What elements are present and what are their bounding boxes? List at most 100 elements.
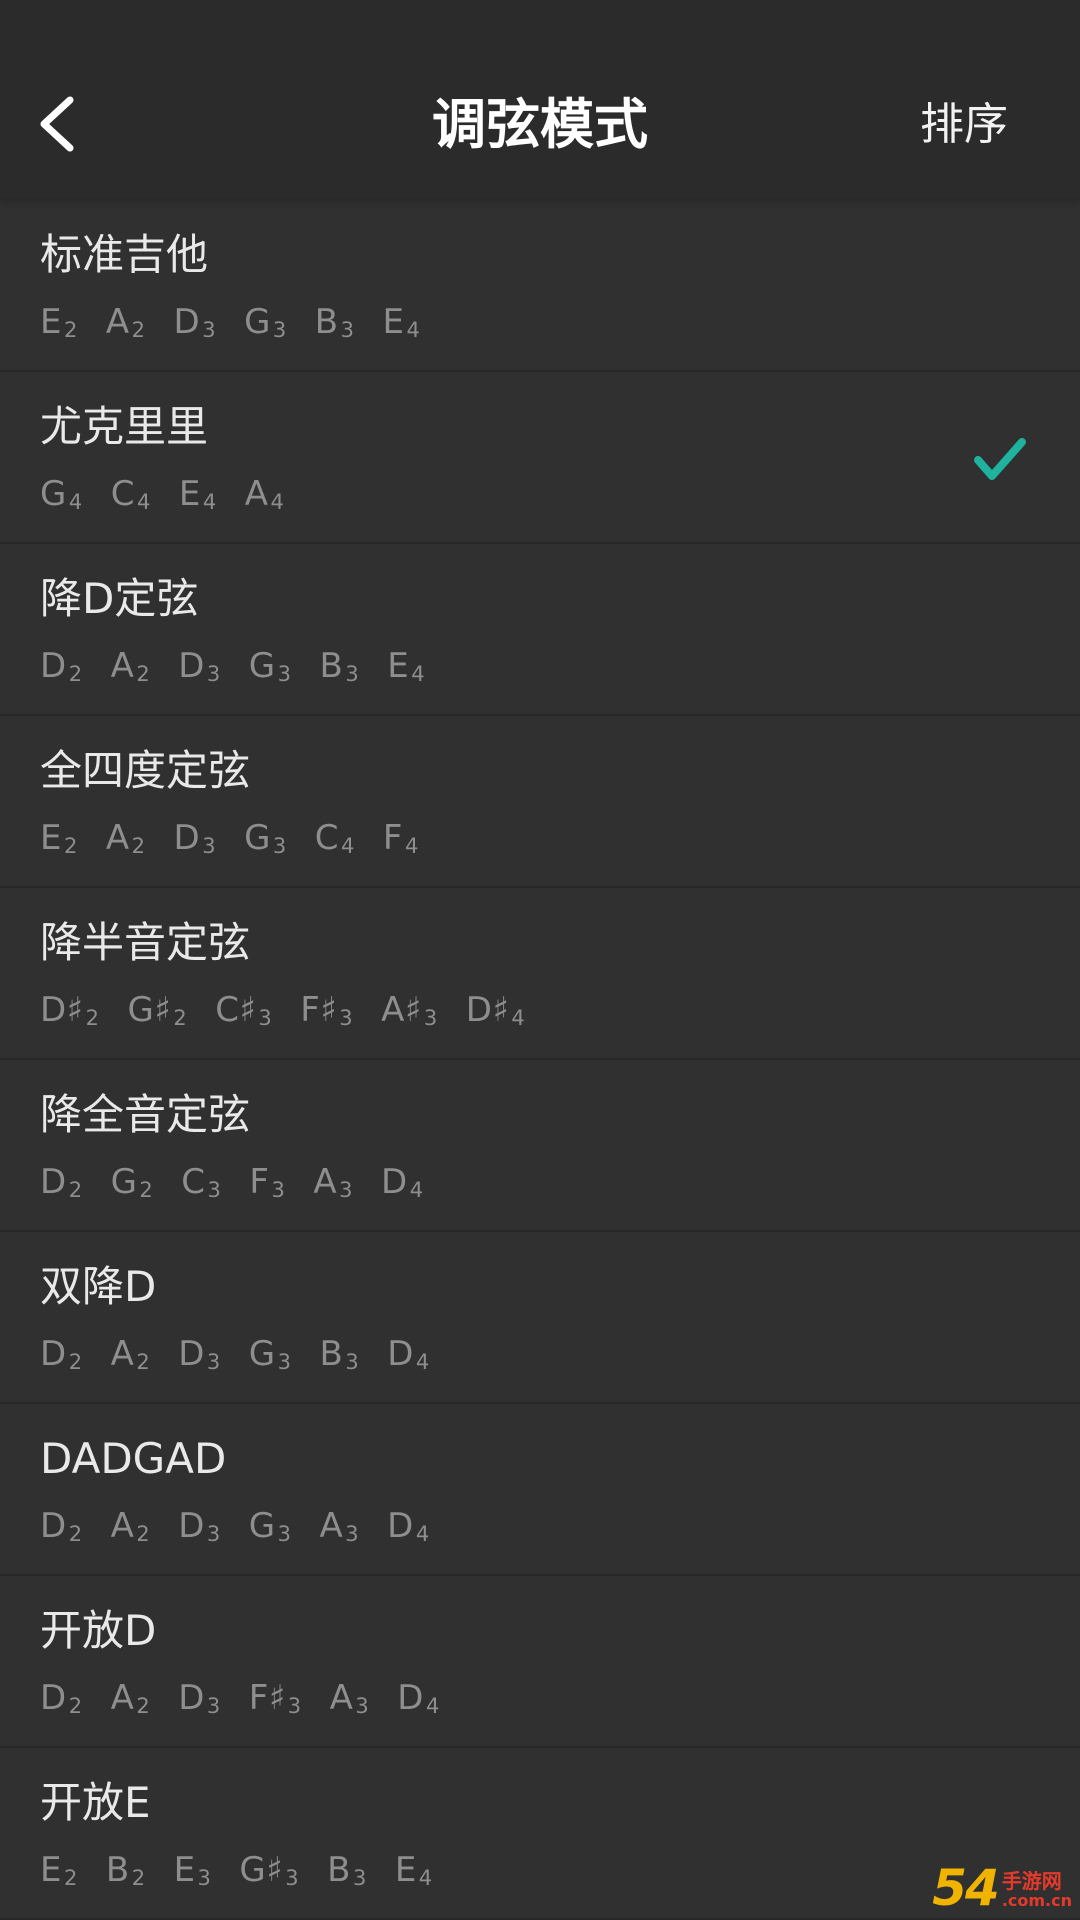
note-octave: 3 bbox=[207, 1178, 222, 1202]
tuning-notes: D♯2 G♯2 C♯3 F♯3 A♯3 D♯4 bbox=[40, 988, 553, 1040]
tuning-notes: D2 A2 D3 G3 B3 E4 bbox=[40, 644, 453, 696]
note-octave: 4 bbox=[415, 1522, 430, 1546]
note-letter: E bbox=[173, 1850, 196, 1890]
note-octave: 2 bbox=[85, 1006, 100, 1030]
note-octave: 2 bbox=[68, 1522, 83, 1546]
note-letter: A bbox=[244, 474, 269, 514]
note-octave: 3 bbox=[339, 1178, 353, 1202]
app-header: 调弦模式 排序 bbox=[0, 0, 1080, 198]
watermark-logo-number: 54 bbox=[932, 1859, 1000, 1917]
note-label: D2 bbox=[40, 1332, 83, 1384]
note-label: D3 bbox=[178, 1676, 221, 1728]
note-label: D4 bbox=[387, 1332, 430, 1384]
note-label: A2 bbox=[106, 816, 146, 868]
tuning-row[interactable]: 尤克里里 G4 C4 E4 A4 bbox=[0, 372, 1080, 544]
note-octave: 3 bbox=[339, 1006, 354, 1030]
note-label: E4 bbox=[179, 472, 217, 524]
tuning-notes: D2 A2 D3 F♯3 A3 D4 bbox=[40, 1676, 468, 1728]
tuning-row[interactable]: 标准吉他 E2 A2 D3 G3 B3 E4 bbox=[0, 200, 1080, 372]
note-label: D3 bbox=[174, 300, 217, 352]
note-label: G3 bbox=[249, 644, 292, 696]
tuning-notes: G4 C4 E4 A4 bbox=[40, 472, 312, 524]
tuning-row[interactable]: 双降D D2 A2 D3 G3 B3 D4 bbox=[0, 1232, 1080, 1404]
note-letter: F bbox=[382, 818, 403, 858]
note-label: B3 bbox=[320, 1332, 360, 1384]
note-octave: 3 bbox=[206, 1522, 221, 1546]
tuning-row[interactable]: 开放D D2 A2 D3 F♯3 A3 D4 bbox=[0, 1576, 1080, 1748]
note-octave: 3 bbox=[206, 1350, 221, 1374]
tuning-row[interactable]: 开放E E2 B2 E3 G♯3 B3 E4 bbox=[0, 1748, 1080, 1920]
tuning-name: 降全音定弦 bbox=[40, 1090, 251, 1139]
tuning-row[interactable]: DADGAD D2 A2 D3 G3 A3 D4 bbox=[0, 1404, 1080, 1576]
tuning-name: 降D定弦 bbox=[40, 574, 199, 623]
note-letter: D bbox=[40, 1162, 67, 1202]
tuning-row[interactable]: 全四度定弦 E2 A2 D3 G3 C4 F4 bbox=[0, 716, 1080, 888]
note-letter: D bbox=[381, 1162, 408, 1202]
note-octave: 4 bbox=[202, 490, 217, 514]
note-label: A2 bbox=[111, 1676, 151, 1728]
note-octave: 4 bbox=[411, 662, 426, 686]
note-label: G♯3 bbox=[239, 1848, 299, 1900]
tuning-name: DADGAD bbox=[40, 1434, 227, 1483]
sort-button[interactable]: 排序 bbox=[920, 100, 1008, 150]
note-label: D4 bbox=[397, 1676, 440, 1728]
tuning-row[interactable]: 降半音定弦 D♯2 G♯2 C♯3 F♯3 A♯3 D♯4 bbox=[0, 888, 1080, 1060]
note-label: A2 bbox=[111, 1504, 151, 1556]
note-octave: 2 bbox=[131, 1866, 146, 1890]
note-octave: 3 bbox=[287, 1694, 302, 1718]
note-octave: 4 bbox=[511, 1006, 526, 1030]
note-letter: A bbox=[110, 1334, 135, 1374]
note-octave: 2 bbox=[63, 318, 78, 342]
note-octave: 3 bbox=[272, 318, 287, 342]
note-letter: G♯ bbox=[127, 990, 172, 1030]
note-label: A4 bbox=[245, 472, 285, 524]
tuning-name: 开放D bbox=[40, 1606, 157, 1655]
note-label: G3 bbox=[244, 300, 287, 352]
tuning-row[interactable]: 降D定弦 D2 A2 D3 G3 B3 E4 bbox=[0, 544, 1080, 716]
note-label: A3 bbox=[313, 1160, 353, 1212]
note-label: F♯3 bbox=[300, 988, 353, 1040]
note-letter: D bbox=[178, 1506, 205, 1546]
note-letter: D♯ bbox=[40, 990, 84, 1030]
note-label: E2 bbox=[40, 1848, 78, 1900]
note-label: B3 bbox=[320, 644, 360, 696]
watermark-text: 手游网 .com.cn bbox=[1002, 1870, 1072, 1910]
note-octave: 3 bbox=[345, 1350, 360, 1374]
note-label: D3 bbox=[178, 1504, 221, 1556]
note-label: A3 bbox=[330, 1676, 370, 1728]
note-letter: C bbox=[181, 1162, 206, 1202]
note-label: C3 bbox=[181, 1160, 221, 1212]
note-letter: G bbox=[244, 302, 271, 342]
note-letter: G bbox=[248, 646, 276, 686]
note-letter: D bbox=[40, 646, 67, 686]
tuning-row[interactable]: 降全音定弦 D2 G2 C3 F3 A3 D4 bbox=[0, 1060, 1080, 1232]
note-letter: D♯ bbox=[465, 990, 510, 1030]
note-letter: D bbox=[40, 1334, 67, 1374]
note-letter: A bbox=[105, 302, 130, 342]
note-label: D3 bbox=[174, 816, 217, 868]
note-octave: 4 bbox=[418, 1866, 433, 1890]
checkmark-icon bbox=[972, 434, 1028, 484]
note-letter: B bbox=[314, 302, 339, 342]
note-letter: C♯ bbox=[215, 990, 257, 1030]
note-letter: E bbox=[40, 1850, 62, 1890]
note-octave: 2 bbox=[136, 662, 151, 686]
note-letter: A bbox=[313, 1162, 338, 1202]
note-letter: F bbox=[249, 1162, 270, 1202]
note-label: A3 bbox=[320, 1504, 360, 1556]
note-octave: 2 bbox=[63, 1866, 78, 1890]
tuning-name: 全四度定弦 bbox=[40, 746, 251, 795]
note-letter: G bbox=[110, 1162, 138, 1202]
note-letter: F♯ bbox=[300, 990, 338, 1030]
note-letter: A bbox=[110, 646, 135, 686]
note-label: B2 bbox=[106, 1848, 146, 1900]
tuning-notes: D2 G2 C3 F3 A3 D4 bbox=[40, 1160, 452, 1212]
note-octave: 4 bbox=[341, 834, 355, 858]
note-label: C♯3 bbox=[215, 988, 272, 1040]
note-label: G3 bbox=[244, 816, 287, 868]
note-letter: D bbox=[178, 1678, 205, 1718]
note-octave: 2 bbox=[139, 1178, 154, 1202]
note-label: D♯4 bbox=[466, 988, 526, 1040]
tuning-notes: D2 A2 D3 G3 A3 D4 bbox=[40, 1504, 458, 1556]
note-label: D2 bbox=[40, 1676, 83, 1728]
